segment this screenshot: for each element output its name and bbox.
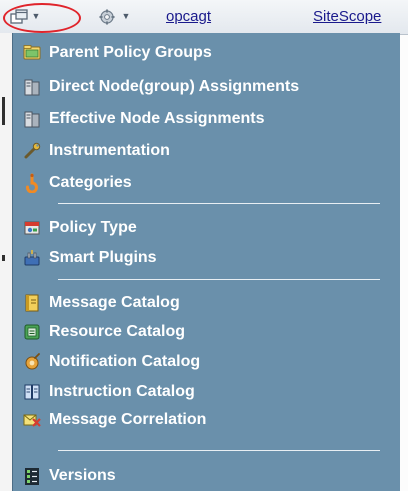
- sitescope-link[interactable]: SiteScope: [313, 8, 381, 26]
- menu-item-label: Effective Node Assignments: [49, 110, 265, 127]
- opcagt-link[interactable]: opcagt: [166, 8, 211, 26]
- menu-item-categories[interactable]: Categories: [12, 170, 388, 196]
- menu-item-message-catalog[interactable]: Message Catalog: [12, 290, 388, 316]
- correlation-icon: [22, 410, 42, 430]
- menu-item-label: Smart Plugins: [49, 249, 157, 266]
- window-menu-icon[interactable]: [10, 9, 28, 25]
- menu-item-label: Instrumentation: [49, 142, 170, 159]
- menu-item-instrumentation[interactable]: Instrumentation: [12, 138, 388, 164]
- hook-icon: [22, 173, 42, 194]
- background-mark: [2, 255, 5, 261]
- menu-item-label: Notification Catalog: [49, 353, 201, 370]
- menu-item-label: Categories: [49, 174, 132, 191]
- catalog-book-icon: [22, 293, 42, 313]
- settings-icon[interactable]: [98, 9, 116, 25]
- menu-separator: [58, 450, 380, 451]
- chevron-down-icon[interactable]: ▼: [121, 11, 131, 21]
- menu-item-policy-type[interactable]: Policy Type: [12, 215, 388, 241]
- menu-item-notification-catalog[interactable]: Notification Catalog: [12, 349, 388, 375]
- menu-separator: [58, 203, 380, 204]
- background-strip: [0, 33, 12, 491]
- menu-item-message-correlation[interactable]: Message Correlation: [12, 407, 388, 433]
- menu-item-label: Message Catalog: [49, 294, 180, 311]
- menu-item-label: Versions: [49, 467, 116, 484]
- menu-item-versions[interactable]: Versions: [12, 463, 388, 489]
- menu-item-label: Policy Type: [49, 219, 137, 236]
- chevron-down-icon[interactable]: ▼: [31, 11, 41, 21]
- menu-item-label: Instruction Catalog: [49, 383, 195, 400]
- menu-item-label: Parent Policy Groups: [49, 44, 212, 61]
- menu-item-parent-policy-groups[interactable]: Parent Policy Groups: [12, 40, 388, 66]
- menu-item-label: Message Correlation: [49, 411, 207, 428]
- policy-type-icon: [22, 218, 42, 238]
- resource-catalog-icon: [22, 322, 42, 342]
- plugin-icon: [22, 248, 42, 268]
- folder-group-icon: [22, 43, 42, 63]
- toolbar: ▼ ▼ opcagt SiteScope: [0, 0, 408, 35]
- menu-item-label: Direct Node(group) Assignments: [49, 78, 300, 95]
- menu-separator: [58, 279, 380, 280]
- menu-item-direct-node-assignments[interactable]: Direct Node(group) Assignments: [12, 74, 388, 100]
- menu-item-resource-catalog[interactable]: Resource Catalog: [12, 319, 388, 345]
- menu-item-effective-node-assignments[interactable]: Effective Node Assignments: [12, 106, 388, 132]
- menu-item-label: Resource Catalog: [49, 323, 186, 340]
- notification-icon: [22, 352, 42, 372]
- instruction-book-icon: [22, 382, 42, 402]
- application-frame: ▼ ▼ opcagt SiteScope Parent Policy Group…: [0, 0, 408, 491]
- background-mark: [2, 97, 5, 125]
- wrench-icon: [22, 141, 42, 161]
- versions-list-icon: [22, 466, 42, 486]
- server-assignment-icon: [22, 77, 42, 97]
- menu-item-instruction-catalog[interactable]: Instruction Catalog: [12, 379, 388, 405]
- server-assignment-icon: [22, 109, 42, 129]
- menu-item-smart-plugins[interactable]: Smart Plugins: [12, 245, 388, 271]
